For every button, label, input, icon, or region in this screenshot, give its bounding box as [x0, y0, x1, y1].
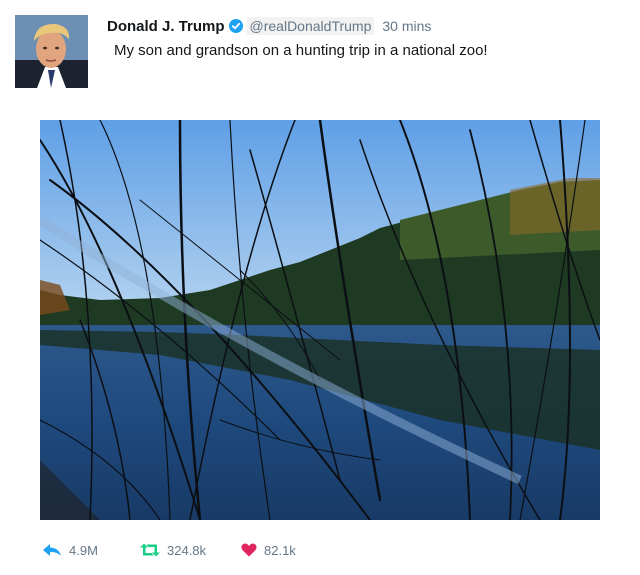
tweet-text: My son and grandson on a hunting trip in…: [114, 42, 488, 59]
tweet-header: Donald J. Trump @realDonaldTrump 30 mins: [107, 16, 431, 36]
tweet-photo[interactable]: [40, 120, 600, 520]
reply-count: 4.9M: [69, 542, 98, 558]
tweet-timestamp[interactable]: 30 mins: [382, 18, 431, 34]
author-handle[interactable]: @realDonaldTrump: [246, 17, 375, 35]
like-count: 82.1k: [264, 542, 296, 558]
reply-arrow-icon: [43, 544, 61, 556]
tweet-actions: 4.9M 324.8k 82.1k: [42, 540, 296, 560]
tweet-card: Donald J. Trump @realDonaldTrump 30 mins…: [0, 0, 640, 575]
reply-button[interactable]: 4.9M: [42, 543, 114, 558]
like-button[interactable]: 82.1k: [241, 543, 296, 558]
retweet-count: 324.8k: [167, 542, 207, 558]
retweet-icon: [140, 543, 160, 557]
author-name[interactable]: Donald J. Trump: [107, 18, 225, 35]
avatar[interactable]: [15, 15, 88, 88]
retweet-button[interactable]: 324.8k: [140, 543, 225, 558]
heart-icon: [241, 543, 257, 557]
verified-badge-icon: [228, 19, 243, 33]
